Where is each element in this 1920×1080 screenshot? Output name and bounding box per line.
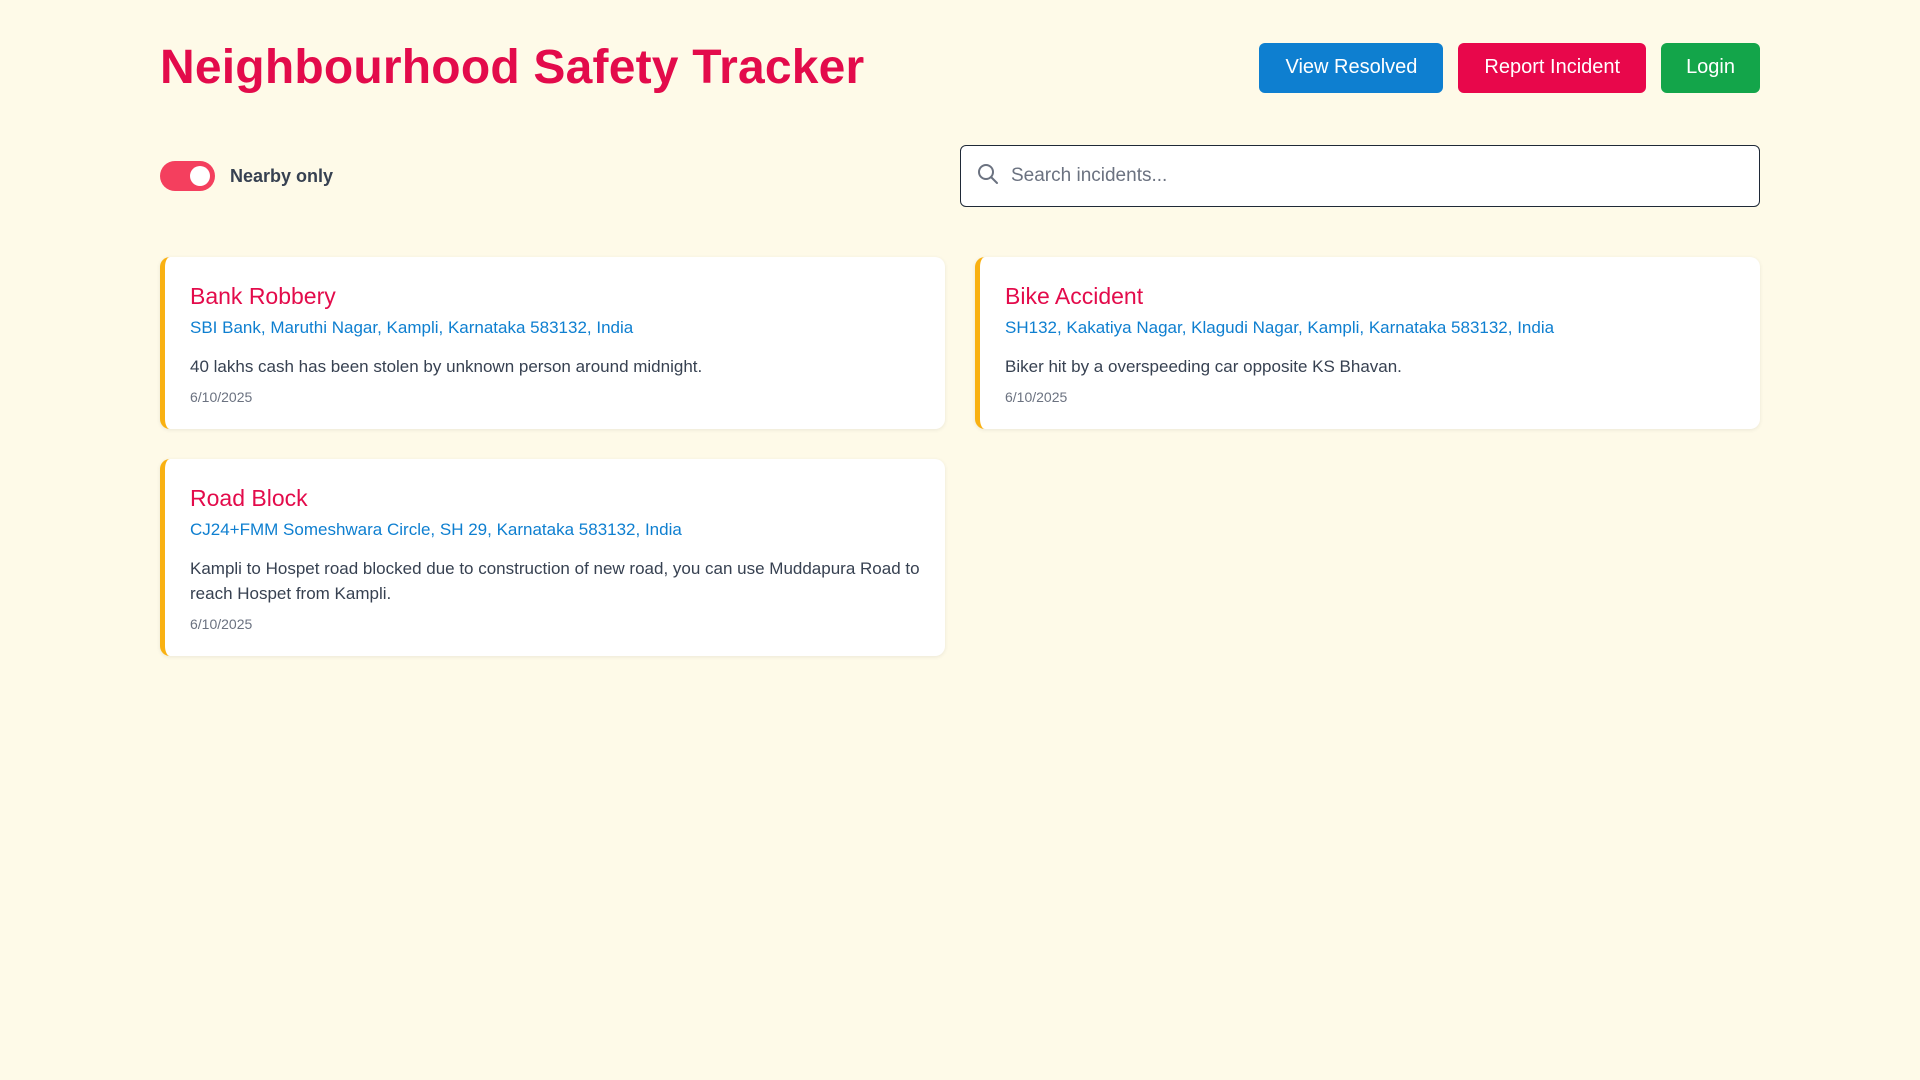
incident-address[interactable]: CJ24+FMM Someshwara Circle, SH 29, Karna…	[190, 520, 920, 540]
incident-address[interactable]: SH132, Kakatiya Nagar, Klagudi Nagar, Ka…	[1005, 318, 1735, 338]
nearby-toggle-group: Nearby only	[160, 161, 333, 191]
view-resolved-button[interactable]: View Resolved	[1259, 42, 1444, 93]
incident-description: Biker hit by a overspeeding car opposite…	[1005, 357, 1402, 376]
incident-title: Bike Accident	[1005, 283, 1144, 309]
incident-list: Bank Robbery SBI Bank, Maruthi Nagar, Ka…	[160, 257, 1760, 656]
incident-description: Kampli to Hospet road blocked due to con…	[190, 559, 920, 603]
incident-title: Road Block	[190, 485, 308, 511]
header: Neighbourhood Safety Tracker View Resolv…	[160, 0, 1760, 135]
incident-description: 40 lakhs cash has been stolen by unknown…	[190, 357, 703, 376]
incident-card[interactable]: Bike Accident SH132, Kakatiya Nagar, Kla…	[975, 257, 1760, 429]
incident-address[interactable]: SBI Bank, Maruthi Nagar, Kampli, Karnata…	[190, 318, 920, 338]
page-title: Neighbourhood Safety Tracker	[160, 41, 865, 94]
toggle-knob	[190, 166, 210, 186]
search-icon	[976, 162, 1000, 186]
incident-card[interactable]: Bank Robbery SBI Bank, Maruthi Nagar, Ka…	[160, 257, 945, 429]
search-box	[960, 145, 1760, 207]
incident-date: 6/10/2025	[190, 616, 253, 632]
page: Neighbourhood Safety Tracker View Resolv…	[0, 0, 1920, 1080]
incident-date: 6/10/2025	[1005, 389, 1068, 405]
report-incident-button[interactable]: Report Incident	[1458, 42, 1647, 93]
search-input[interactable]	[961, 146, 1759, 206]
nearby-only-label: Nearby only	[230, 165, 334, 186]
nearby-only-toggle[interactable]	[160, 161, 215, 191]
incident-card[interactable]: Road Block CJ24+FMM Someshwara Circle, S…	[160, 459, 945, 656]
incident-date: 6/10/2025	[190, 389, 253, 405]
filter-bar: Nearby only	[160, 140, 1760, 212]
login-button[interactable]: Login	[1661, 42, 1760, 93]
header-actions: View Resolved Report Incident Login	[1259, 42, 1760, 93]
incident-title: Bank Robbery	[190, 283, 336, 309]
